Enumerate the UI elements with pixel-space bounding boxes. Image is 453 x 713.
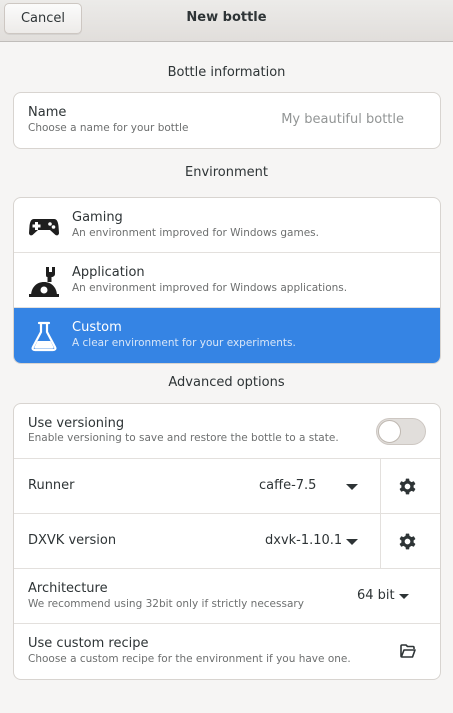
toggle-knob <box>378 420 401 443</box>
gamepad-icon <box>29 219 59 236</box>
custom-recipe-row: Use custom recipe Choose a custom recipe… <box>14 624 440 679</box>
environment-title: Gaming <box>72 210 123 225</box>
environment-option-gaming[interactable]: Gaming An environment improved for Windo… <box>14 198 440 253</box>
window-title: New bottle <box>186 10 267 25</box>
section-title-environment: Environment <box>184 165 268 180</box>
architecture-title: Architecture <box>28 581 108 596</box>
dxvk-dropdown[interactable]: dxvk-1.10.1 <box>265 533 342 548</box>
name-row[interactable]: Name Choose a name for your bottle My be… <box>14 93 440 148</box>
bottle-info-card: Name Choose a name for your bottle My be… <box>13 92 441 149</box>
chevron-down-icon[interactable] <box>346 484 358 490</box>
section-title-advanced-options: Advanced options <box>168 375 285 390</box>
environment-subtitle: An environment improved for Windows appl… <box>72 282 348 294</box>
versioning-toggle[interactable] <box>376 418 426 445</box>
environment-option-application[interactable]: Application An environment improved for … <box>14 253 440 308</box>
name-label: Name <box>28 105 67 120</box>
divider <box>380 514 381 569</box>
section-title-bottle-information: Bottle information <box>167 65 286 80</box>
architecture-dropdown[interactable]: 64 bit <box>357 588 395 603</box>
environment-title: Application <box>72 265 145 280</box>
runner-dropdown[interactable]: caffe-7.5 <box>259 478 316 493</box>
environment-card: Gaming An environment improved for Windo… <box>13 197 441 364</box>
versioning-title: Use versioning <box>28 416 125 431</box>
wrench-icon <box>29 267 59 297</box>
custom-recipe-subtitle: Choose a custom recipe for the environme… <box>28 653 351 665</box>
dxvk-row: DXVK version dxvk-1.10.1 <box>14 514 440 569</box>
environment-subtitle: A clear environment for your experiments… <box>72 337 296 349</box>
advanced-options-card: Use versioning Enable versioning to save… <box>13 403 441 680</box>
architecture-row: Architecture We recommend using 32bit on… <box>14 569 440 624</box>
header-bar: Cancel New bottle <box>0 0 453 42</box>
environment-option-custom[interactable]: Custom A clear environment for your expe… <box>14 308 440 363</box>
gear-icon[interactable] <box>398 532 417 551</box>
folder-open-icon[interactable] <box>400 644 416 658</box>
runner-row: Runner caffe-7.5 <box>14 459 440 514</box>
chevron-down-icon[interactable] <box>399 594 409 599</box>
runner-title: Runner <box>28 478 75 493</box>
dxvk-title: DXVK version <box>28 533 117 548</box>
architecture-subtitle: We recommend using 32bit only if strictl… <box>28 598 304 610</box>
custom-recipe-title: Use custom recipe <box>28 636 149 651</box>
environment-title: Custom <box>72 320 122 335</box>
name-hint: Choose a name for your bottle <box>28 122 189 134</box>
flask-icon <box>31 321 57 352</box>
gear-icon[interactable] <box>398 477 417 496</box>
name-input[interactable]: My beautiful bottle <box>281 112 404 127</box>
chevron-down-icon[interactable] <box>346 539 358 545</box>
divider <box>380 459 381 514</box>
environment-subtitle: An environment improved for Windows game… <box>72 227 319 239</box>
versioning-row: Use versioning Enable versioning to save… <box>14 404 440 459</box>
versioning-subtitle: Enable versioning to save and restore th… <box>28 432 339 444</box>
